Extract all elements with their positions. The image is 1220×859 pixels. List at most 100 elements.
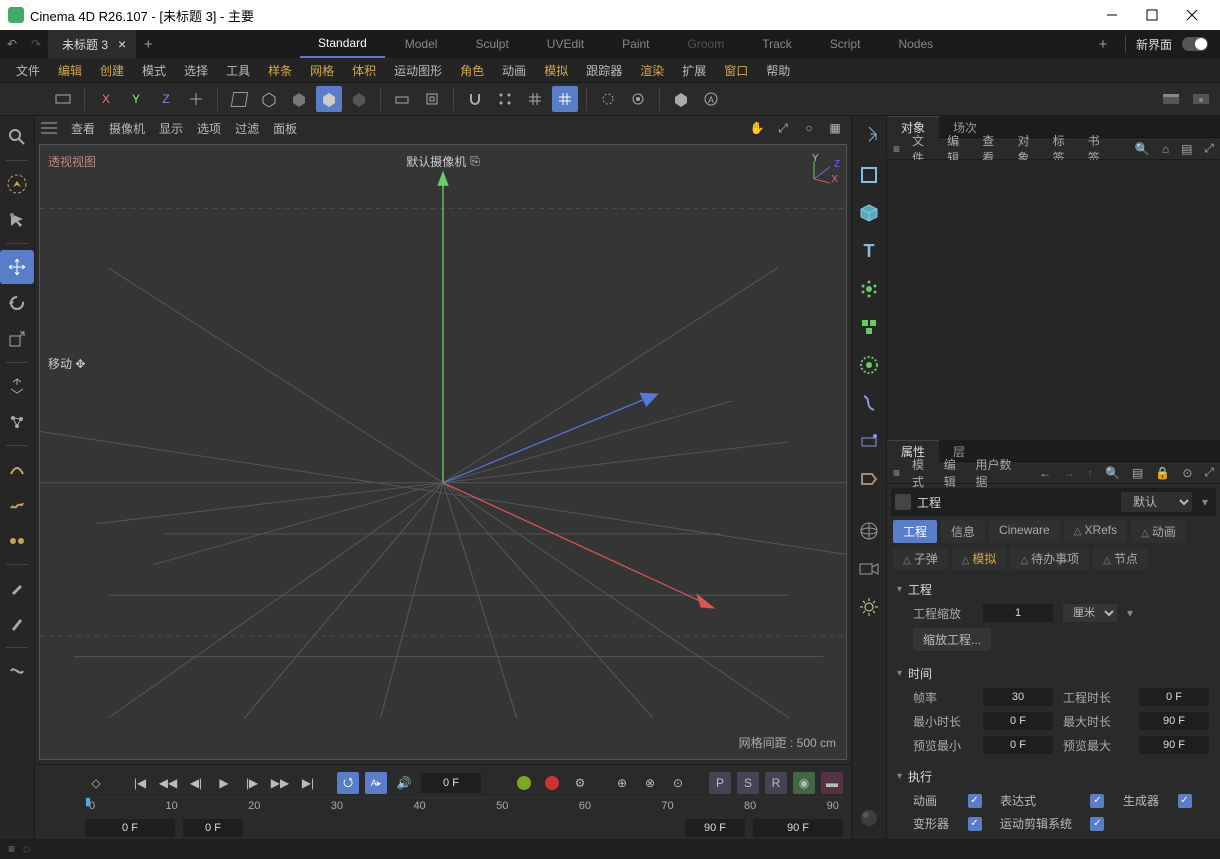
layout-uvedit[interactable]: UVEdit [529,30,602,58]
goto-end-icon[interactable]: ▶| [297,772,319,794]
layout-standard[interactable]: Standard [300,30,385,58]
shading-gouraud-button[interactable] [286,86,312,112]
shading-wire-button[interactable] [226,86,252,112]
pmin-field[interactable] [983,736,1053,754]
key-gear-icon[interactable]: ⚙ [569,772,591,794]
chip-xrefs[interactable]: △XRefs [1064,520,1127,543]
prev-key-icon[interactable]: ◀◀ [157,772,179,794]
chip-nodes[interactable]: △节点 [1093,547,1148,570]
attr-fwd-icon[interactable]: → [1063,466,1075,480]
menu-help[interactable]: 帮助 [758,58,798,82]
pen-icon[interactable] [0,607,34,641]
exec-anim-check[interactable]: ✓ [968,794,982,808]
axis-x-button[interactable]: X [93,86,119,112]
attr-lock-icon[interactable]: 🔒 [1155,466,1170,480]
field-icon[interactable] [852,424,886,458]
viewport-menu-icon[interactable] [41,122,57,134]
mintime-field[interactable] [983,712,1053,730]
pmax-field[interactable] [1139,736,1209,754]
path-icon[interactable] [0,654,34,688]
minimize-button[interactable] [1092,0,1132,30]
vp-maximize-icon[interactable]: ▦ [825,118,845,138]
spline-smooth-icon[interactable] [0,524,34,558]
axis-z-button[interactable]: Z [153,86,179,112]
menu-volume[interactable]: 体积 [344,58,384,82]
chip-bullet[interactable]: △子弹 [893,547,948,570]
vp-options[interactable]: 选项 [197,120,221,137]
undo-button[interactable]: ↶ [0,32,24,56]
current-frame-field[interactable] [421,773,481,793]
add-tab-button[interactable]: + [136,36,160,53]
live-select-icon[interactable] [0,167,34,201]
attr-pop-icon[interactable]: ⤢ [1204,465,1214,480]
preview-start-field[interactable] [183,819,243,837]
render-region-button[interactable] [595,86,621,112]
effector-icon[interactable] [852,348,886,382]
spline-pen-icon[interactable] [0,452,34,486]
menu-tools[interactable]: 工具 [218,58,258,82]
maxtime-field[interactable] [1139,712,1209,730]
plane-primitive-icon[interactable] [852,158,886,192]
range-start-field[interactable] [85,819,175,837]
key-p-icon[interactable]: P [709,772,731,794]
key-marker-icon[interactable]: ◇ [85,772,107,794]
obj-home-icon[interactable]: ⌂ [1162,142,1169,156]
quantize-button[interactable] [492,86,518,112]
workplane-button[interactable] [389,86,415,112]
shading-hidden-button[interactable] [256,86,282,112]
attr-cfg-icon[interactable]: ⊙ [1182,466,1192,480]
section-project[interactable]: 工程 [897,578,1210,601]
pos-key-icon[interactable]: ⊕ [611,772,633,794]
planar-button[interactable] [419,86,445,112]
render-settings-button[interactable] [625,86,651,112]
chip-cineware[interactable]: Cineware [989,520,1060,543]
snap-enable-button[interactable] [552,86,578,112]
cursor-settings-icon[interactable] [0,203,34,237]
autokey-icon[interactable]: A▸ [365,772,387,794]
section-exec[interactable]: 执行 [897,765,1210,788]
chip-animation[interactable]: △动画 [1131,520,1186,543]
cube-primitive-icon[interactable] [852,196,886,230]
place-tool-icon[interactable] [0,369,34,403]
object-manager[interactable] [887,160,1220,440]
scale-project-button[interactable]: 缩放工程... [913,628,991,651]
vp-filter[interactable]: 过滤 [235,120,259,137]
material-icon[interactable] [852,801,886,835]
goto-start-icon[interactable]: |◀ [129,772,151,794]
render-view-button[interactable] [1158,86,1184,112]
spline-sketch-icon[interactable] [0,488,34,522]
attr-search-icon[interactable]: 🔍 [1105,466,1120,480]
next-frame-icon[interactable]: |▶ [241,772,263,794]
menu-spline[interactable]: 样条 [260,58,300,82]
menu-anim[interactable]: 动画 [494,58,534,82]
add-layout-button[interactable]: + [1091,36,1115,53]
attr-filter-icon[interactable]: ▤ [1132,466,1143,480]
next-key-icon[interactable]: ▶▶ [269,772,291,794]
viewport-camera-label[interactable]: 默认摄像机 ⎘ [406,153,480,170]
key-r-icon[interactable]: R [765,772,787,794]
close-tab-button[interactable]: × [118,36,126,52]
obj-filter-icon[interactable]: ▤ [1181,142,1192,156]
sound-icon[interactable]: 🔊 [393,772,415,794]
layout-script[interactable]: Script [812,30,879,58]
prev-frame-icon[interactable]: ◀| [185,772,207,794]
menu-mograph[interactable]: 运动图形 [386,58,450,82]
vp-zoom-icon[interactable]: ⤢ [773,118,793,138]
obj-menu-icon[interactable]: ≡ [893,142,900,156]
light-icon[interactable] [852,590,886,624]
layout-groom[interactable]: Groom [670,30,743,58]
layout-sculpt[interactable]: Sculpt [457,30,526,58]
exec-gen-check[interactable]: ✓ [1178,794,1192,808]
chip-info[interactable]: 信息 [941,520,985,543]
maximize-button[interactable] [1132,0,1172,30]
attr-preset-select[interactable]: 默认 [1121,492,1192,512]
loop-icon[interactable]: ⭯ [337,772,359,794]
vp-orbit-icon[interactable]: ○ [799,118,819,138]
cloner-icon[interactable] [852,272,886,306]
attr-menu-icon[interactable]: ≡ [893,466,900,480]
isolate-button[interactable]: A [698,86,724,112]
snap-grid-button[interactable] [522,86,548,112]
vp-pan-icon[interactable]: ✋ [747,118,767,138]
brush-icon[interactable] [0,571,34,605]
range-end-field[interactable] [753,819,843,837]
